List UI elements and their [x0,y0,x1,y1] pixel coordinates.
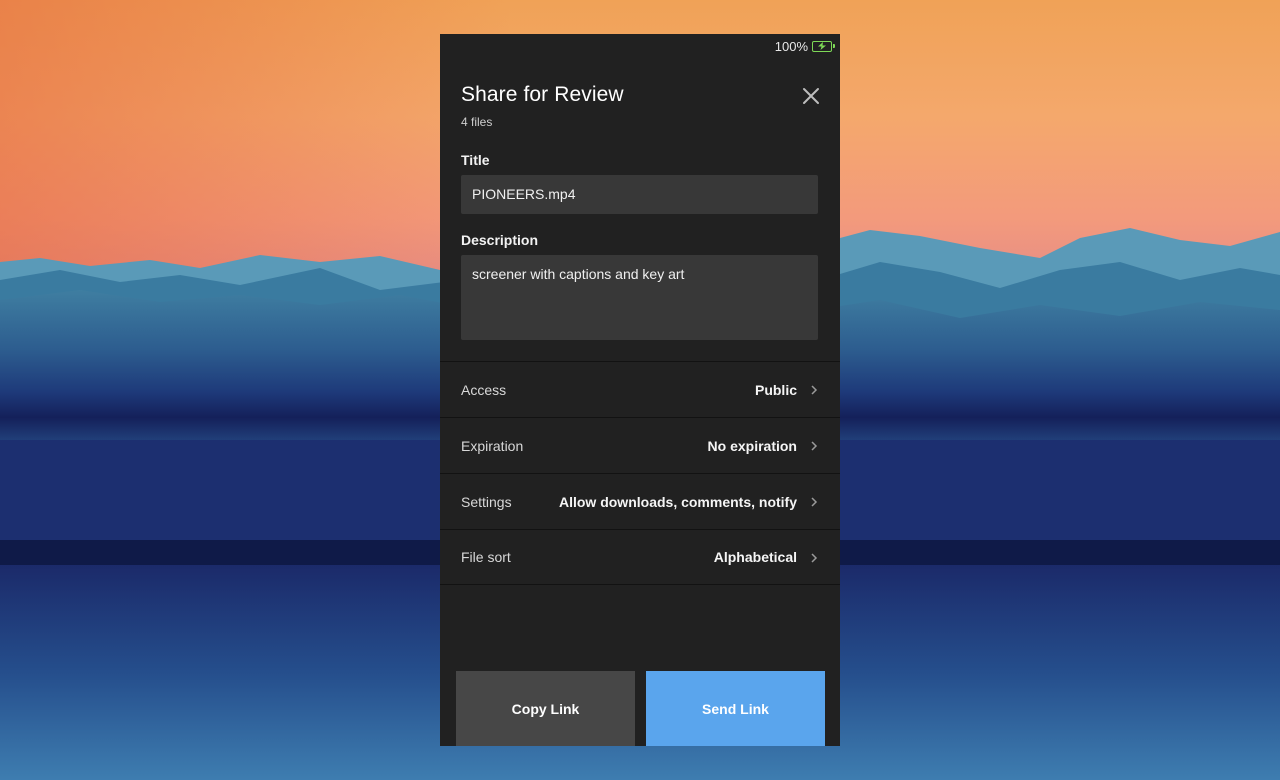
send-link-button[interactable]: Send Link [646,671,825,746]
option-label: Expiration [461,437,524,454]
option-label: Settings [461,493,512,510]
title-input[interactable]: PIONEERS.mp4 [461,175,818,214]
copy-link-button[interactable]: Copy Link [456,671,635,746]
chevron-right-icon [811,553,818,563]
chevron-right-icon [811,385,818,395]
option-label: File sort [461,549,511,565]
status-bar: 100% [774,38,835,54]
file-count: 4 files [461,115,493,129]
option-row-settings[interactable]: Settings Allow downloads, comments, noti… [440,473,840,529]
dialog-title: Share for Review [461,83,624,106]
option-value: Public [754,381,797,398]
option-row-expiration[interactable]: Expiration No expiration [440,417,840,473]
option-row-file-sort[interactable]: File sort Alphabetical [440,529,840,585]
options-list: Access Public Expiration No expiration S… [440,361,840,585]
chevron-right-icon [811,497,818,507]
description-textarea[interactable]: screener with captions and key art [461,255,818,340]
option-value: No expiration [707,437,797,454]
battery-charging-icon [812,40,835,52]
description-label: Description [461,232,539,248]
battery-percentage: 100% [774,38,808,54]
option-value: Alphabetical [713,549,797,565]
close-icon[interactable] [800,85,822,107]
share-dialog: 100% Share for Review 4 files Title PION… [440,34,840,746]
option-row-access[interactable]: Access Public [440,361,840,417]
chevron-right-icon [811,441,818,451]
option-label: Access [461,381,507,398]
title-label: Title [461,152,490,168]
option-value: Allow downloads, comments, notify [558,493,797,510]
